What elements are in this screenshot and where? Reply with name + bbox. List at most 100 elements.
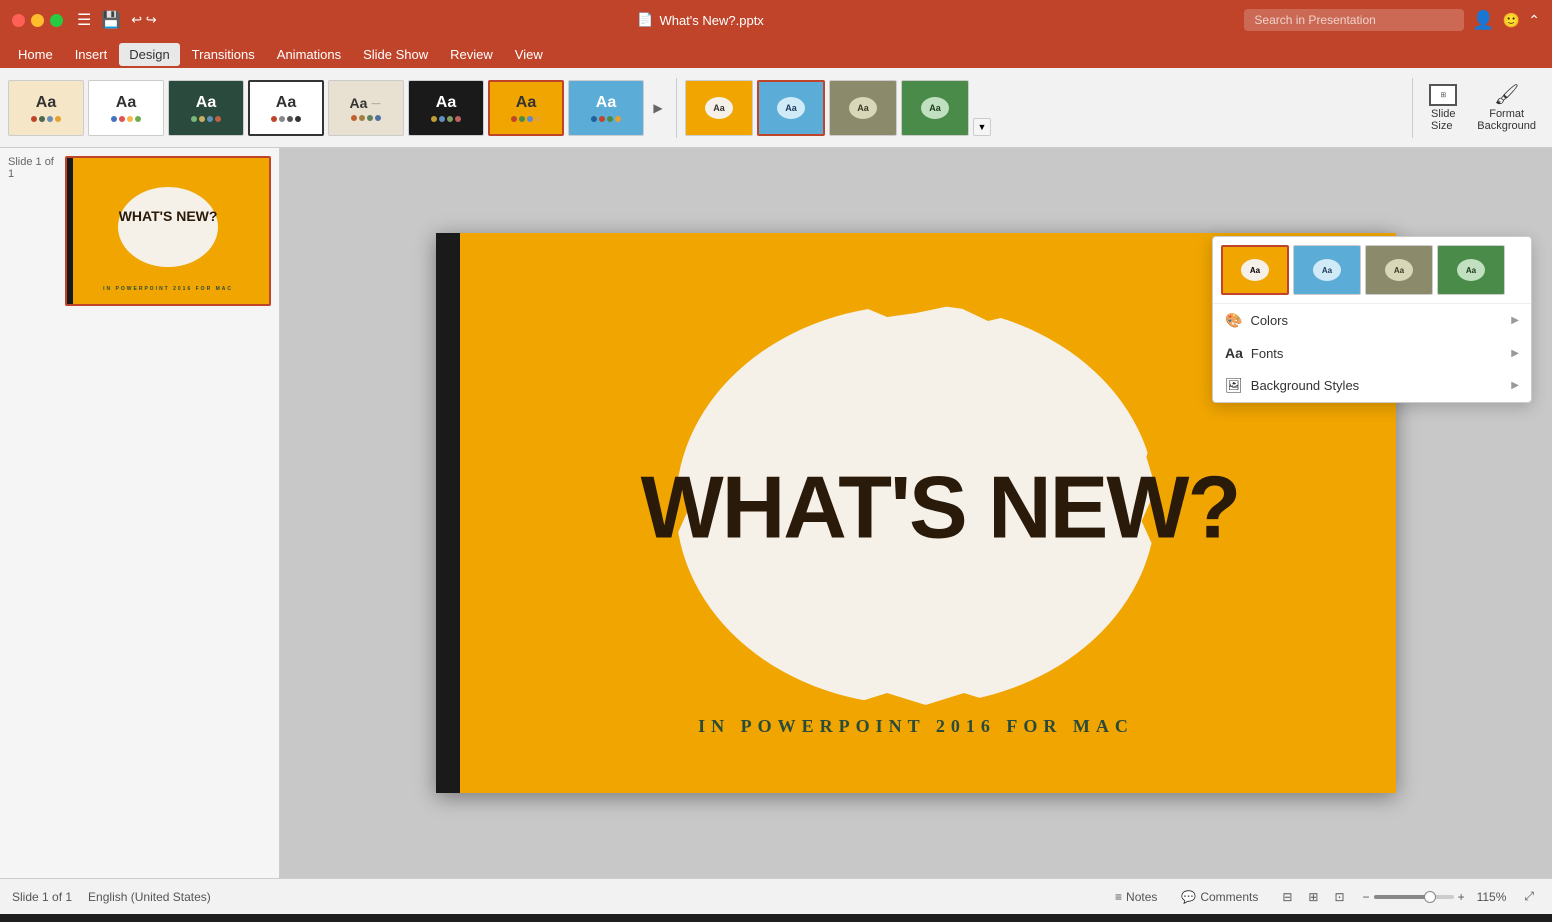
- comments-button[interactable]: 💬 Comments: [1175, 888, 1264, 906]
- background-styles-label: Background Styles: [1251, 378, 1359, 393]
- window-title: 📄 What's New?.pptx: [637, 12, 764, 28]
- zoom-out-button[interactable]: −: [1363, 890, 1370, 904]
- zoom-percent: 115%: [1477, 890, 1507, 904]
- slide-canvas-area: WHAT'S NEW? IN POWERPOINT 2016 FOR MAC A…: [280, 148, 1552, 878]
- variant-1[interactable]: Aa: [685, 80, 753, 136]
- design-toolbar: Aa Aa: [0, 68, 1552, 148]
- thumb-blob: [118, 187, 218, 267]
- notes-button[interactable]: ≡ Notes: [1109, 888, 1163, 906]
- tab-slideshow[interactable]: Slide Show: [353, 43, 438, 66]
- statusbar: Slide 1 of 1 English (United States) ≡ N…: [0, 878, 1552, 914]
- menu-item-bg-left: 🖼 Background Styles: [1225, 377, 1359, 394]
- toolbar-separator-1: [676, 78, 677, 138]
- notes-icon: ≡: [1115, 890, 1122, 904]
- profile-icon[interactable]: 👤: [1472, 10, 1494, 31]
- comments-icon: 💬: [1181, 890, 1196, 904]
- zoom-fill: [1374, 895, 1426, 899]
- toolbar-right-buttons: ⊞ SlideSize 🖌 FormatBackground: [1421, 80, 1544, 136]
- theme-item-2[interactable]: Aa: [88, 80, 164, 136]
- bg-styles-arrow: ▶: [1511, 380, 1519, 391]
- language-info: English (United States): [88, 890, 211, 904]
- slide-subtitle[interactable]: IN POWERPOINT 2016 FOR MAC: [436, 716, 1396, 737]
- menu-item-fonts[interactable]: Aa Fonts ▶: [1213, 337, 1531, 369]
- zoom-in-button[interactable]: +: [1458, 890, 1465, 904]
- minimize-button[interactable]: [31, 14, 44, 27]
- format-background-button[interactable]: 🖌 FormatBackground: [1469, 80, 1544, 136]
- collapse-icon[interactable]: ⌃: [1528, 12, 1540, 29]
- slide-title[interactable]: WHAT'S NEW?: [641, 464, 1240, 552]
- tab-transitions[interactable]: Transitions: [182, 43, 265, 66]
- dropdown-theme-2[interactable]: Aa: [1293, 245, 1361, 295]
- theme-item-3[interactable]: Aa: [168, 80, 244, 136]
- variant-more-button[interactable]: ▼: [973, 78, 991, 138]
- colors-icon: 🎨: [1225, 312, 1242, 329]
- maximize-button[interactable]: [50, 14, 63, 27]
- tab-view[interactable]: View: [505, 43, 553, 66]
- titlebar: ☰ 💾 ↩ ↪ 📄 What's New?.pptx 👤 🙂 ⌃: [0, 0, 1552, 40]
- tab-animations[interactable]: Animations: [267, 43, 351, 66]
- colors-label: Colors: [1250, 313, 1288, 328]
- emoji-picker-icon[interactable]: 🙂: [1503, 12, 1520, 29]
- fonts-icon: Aa: [1225, 345, 1243, 361]
- fonts-arrow: ▶: [1511, 348, 1519, 359]
- menu-item-fonts-left: Aa Fonts: [1225, 345, 1283, 361]
- slide-left-bar: [436, 233, 460, 793]
- thumb-subtitle: IN POWERPOINT 2016 FOR MAC: [67, 286, 269, 292]
- view-reading-button[interactable]: ⊡: [1328, 888, 1350, 906]
- theme-item-6[interactable]: Aa: [408, 80, 484, 136]
- view-buttons: ⊟ ⊞ ⊡: [1276, 888, 1350, 906]
- slide-size-label: SlideSize: [1431, 108, 1455, 132]
- zoom-slider: − +: [1363, 890, 1465, 904]
- view-normal-button[interactable]: ⊟: [1276, 888, 1298, 906]
- variant-2[interactable]: Aa: [757, 80, 825, 136]
- variant-3[interactable]: Aa: [829, 80, 897, 136]
- thumb-title: WHAT'S NEW?: [119, 208, 218, 224]
- theme-scroll-right[interactable]: ▶: [648, 80, 668, 136]
- tab-insert[interactable]: Insert: [65, 43, 118, 66]
- menu-item-background-styles[interactable]: 🖼 Background Styles ▶: [1213, 369, 1531, 402]
- fonts-label: Fonts: [1251, 346, 1284, 361]
- zoom-track[interactable]: [1374, 895, 1454, 899]
- variant-4[interactable]: Aa: [901, 80, 969, 136]
- theme-item-1[interactable]: Aa: [8, 80, 84, 136]
- tab-review[interactable]: Review: [440, 43, 503, 66]
- menu-item-colors[interactable]: 🎨 Colors ▶: [1213, 304, 1531, 337]
- colors-arrow: ▶: [1511, 315, 1519, 326]
- search-input[interactable]: [1244, 9, 1464, 31]
- thumb-bar: [67, 158, 73, 304]
- main-area: Slide 1 of 1 WHAT'S NEW? IN POWERPOINT 2…: [0, 148, 1552, 878]
- statusbar-right: ≡ Notes 💬 Comments ⊟ ⊞ ⊡ − + 115% ⤢: [1109, 887, 1540, 906]
- slide-size-button[interactable]: ⊞ SlideSize: [1421, 80, 1465, 136]
- view-grid-button[interactable]: ⊞: [1302, 888, 1324, 906]
- window-controls: ☰ 💾 ↩ ↪: [12, 10, 157, 30]
- theme-item-7[interactable]: Aa: [488, 80, 564, 136]
- fit-window-button[interactable]: ⤢: [1518, 887, 1540, 906]
- background-styles-icon: 🖼: [1225, 377, 1243, 394]
- theme-item-8[interactable]: Aa: [568, 80, 644, 136]
- dropdown-theme-3[interactable]: Aa: [1365, 245, 1433, 295]
- statusbar-left: Slide 1 of 1 English (United States): [12, 890, 211, 904]
- menu-item-colors-left: 🎨 Colors: [1225, 312, 1288, 329]
- dropdown-theme-4[interactable]: Aa: [1437, 245, 1505, 295]
- slide-thumbnail-1[interactable]: Slide 1 of 1 WHAT'S NEW? IN POWERPOINT 2…: [8, 156, 271, 306]
- comments-label: Comments: [1200, 890, 1258, 904]
- dropdown-theme-1[interactable]: Aa: [1221, 245, 1289, 295]
- notes-label: Notes: [1126, 890, 1157, 904]
- title-text: What's New?.pptx: [659, 13, 763, 28]
- zoom-thumb[interactable]: [1424, 891, 1436, 903]
- theme-item-4[interactable]: Aa: [248, 80, 324, 136]
- file-icon: 📄: [637, 12, 653, 28]
- format-background-label: FormatBackground: [1477, 108, 1536, 132]
- ribbon-tabs: Home Insert Design Transitions Animation…: [0, 40, 1552, 68]
- theme-item-5[interactable]: Aa —: [328, 80, 404, 136]
- close-button[interactable]: [12, 14, 25, 27]
- slide-thumb-image: WHAT'S NEW? IN POWERPOINT 2016 FOR MAC: [65, 156, 271, 306]
- tab-home[interactable]: Home: [8, 43, 63, 66]
- toolbar-separator-2: [1412, 78, 1413, 138]
- theme-dropdown-menu: Aa Aa Aa Aa 🎨 Colors ▶: [1212, 236, 1532, 403]
- format-background-icon: 🖌: [1493, 84, 1521, 106]
- dropdown-theme-row: Aa Aa Aa Aa: [1213, 237, 1531, 304]
- tab-design[interactable]: Design: [119, 43, 179, 66]
- slide-panel: Slide 1 of 1 WHAT'S NEW? IN POWERPOINT 2…: [0, 148, 280, 878]
- slide-size-icon: ⊞: [1429, 84, 1457, 106]
